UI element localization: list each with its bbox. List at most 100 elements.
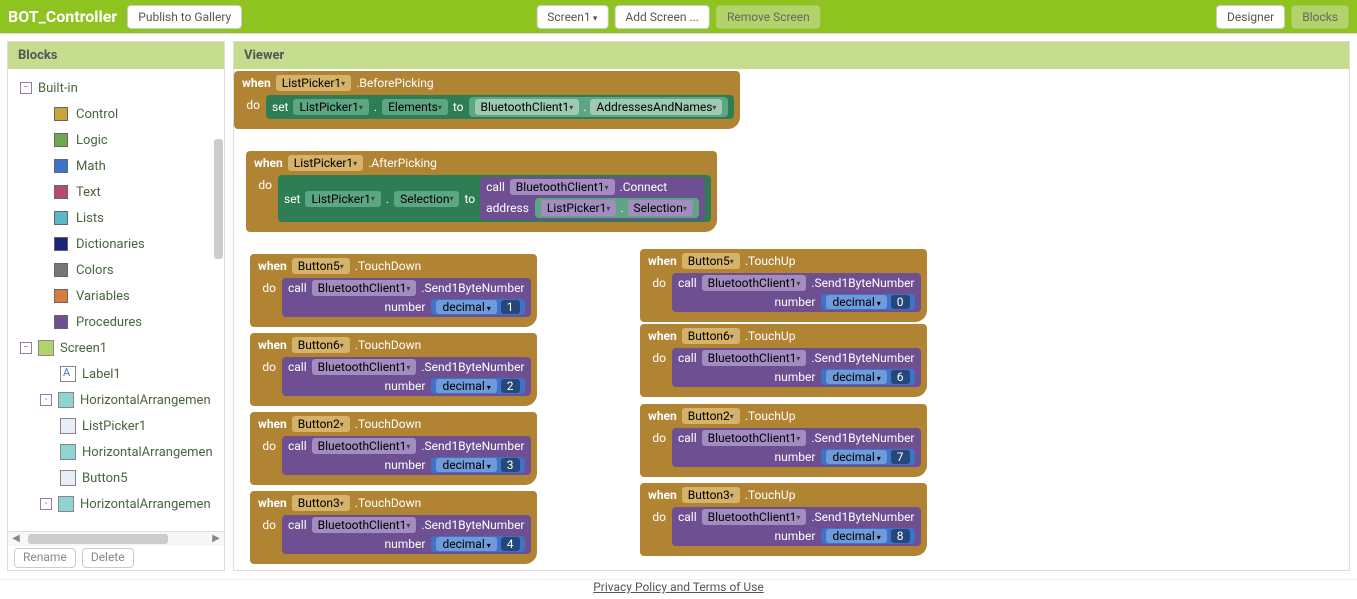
block-field[interactable]: BluetoothClient1	[702, 350, 807, 366]
builtin-header[interactable]: − Built-in	[8, 75, 224, 101]
builtin-colors[interactable]: Colors	[8, 257, 224, 283]
decimal-dropdown[interactable]: decimal	[826, 295, 886, 309]
block-field[interactable]: BluetoothClient1	[312, 280, 417, 296]
block-field[interactable]: Elements	[382, 99, 448, 115]
call-block[interactable]: callBluetoothClient1.Send1ByteNumber num…	[672, 348, 921, 387]
designer-tab[interactable]: Designer	[1216, 5, 1285, 29]
blocks-canvas[interactable]: whenListPicker1.BeforePicking do setList…	[234, 69, 1349, 570]
builtin-logic[interactable]: Logic	[8, 127, 224, 153]
block-field[interactable]: Button3	[682, 487, 740, 503]
block-field[interactable]: ListPicker1	[541, 200, 616, 216]
builtin-math[interactable]: Math	[8, 153, 224, 179]
event-Button6-TouchUp[interactable]: whenButton6.TouchUp do callBluetoothClie…	[640, 324, 927, 397]
block-field[interactable]: BluetoothClient1	[702, 509, 807, 525]
component-HorizontalArrangemen[interactable]: - HorizontalArrangemen	[8, 491, 224, 517]
get-block[interactable]: ListPicker1.Selection	[535, 198, 699, 218]
builtin-lists[interactable]: Lists	[8, 205, 224, 231]
block-field[interactable]: ListPicker1	[305, 191, 380, 207]
component-ListPicker1[interactable]: ListPicker1	[8, 413, 224, 439]
component-icon	[60, 470, 76, 486]
block-field[interactable]: Button6	[682, 328, 740, 344]
event-Button5-TouchDown[interactable]: whenButton5.TouchDown do callBluetoothCl…	[250, 254, 537, 327]
number-block[interactable]: decimal 2	[431, 378, 524, 394]
collapse-icon[interactable]: -	[40, 394, 52, 406]
decimal-dropdown[interactable]: decimal	[826, 529, 886, 543]
block-field[interactable]: BluetoothClient1	[475, 99, 580, 115]
call-block[interactable]: callBluetoothClient1.Send1ByteNumber num…	[282, 436, 531, 475]
block-field[interactable]: BluetoothClient1	[312, 359, 417, 375]
block-field[interactable]: ListPicker1	[276, 75, 351, 91]
call-block[interactable]: callBluetoothClient1.Send1ByteNumber num…	[672, 507, 921, 546]
builtin-procedures[interactable]: Procedures	[8, 309, 224, 335]
block-field[interactable]: Button5	[682, 253, 740, 269]
block-field[interactable]: Button5	[292, 258, 350, 274]
decimal-dropdown[interactable]: decimal	[436, 379, 496, 393]
set-block[interactable]: setListPicker1.Selectionto callBluetooth…	[278, 175, 711, 222]
collapse-icon[interactable]: −	[20, 342, 32, 354]
number-block[interactable]: decimal 4	[431, 536, 524, 552]
block-field[interactable]: ListPicker1	[293, 99, 368, 115]
block-field[interactable]: BluetoothClient1	[702, 430, 807, 446]
call-block[interactable]: callBluetoothClient1.Send1ByteNumber num…	[672, 428, 921, 467]
collapse-icon[interactable]: -	[40, 498, 52, 510]
event-Button3-TouchUp[interactable]: whenButton3.TouchUp do callBluetoothClie…	[640, 483, 927, 556]
block-field[interactable]: AddressesAndNames	[590, 99, 722, 115]
block-field[interactable]: BluetoothClient1	[312, 438, 417, 454]
event-Button5-TouchUp[interactable]: whenButton5.TouchUp do callBluetoothClie…	[640, 249, 927, 322]
event-Button6-TouchDown[interactable]: whenButton6.TouchDown do callBluetoothCl…	[250, 333, 537, 406]
block-field[interactable]: Selection	[628, 200, 693, 216]
decimal-dropdown[interactable]: decimal	[436, 537, 496, 551]
component-Label1[interactable]: Label1	[8, 361, 224, 387]
decimal-dropdown[interactable]: decimal	[436, 300, 496, 314]
event-Button2-TouchDown[interactable]: whenButton2.TouchDown do callBluetoothCl…	[250, 412, 537, 485]
call-block[interactable]: callBluetoothClient1.Send1ByteNumber num…	[282, 357, 531, 396]
number-block[interactable]: decimal 1	[431, 299, 524, 315]
decimal-dropdown[interactable]: decimal	[436, 458, 496, 472]
decimal-dropdown[interactable]: decimal	[826, 370, 886, 384]
set-block[interactable]: setListPicker1.Elementsto BluetoothClien…	[266, 95, 734, 119]
rename-button[interactable]: Rename	[14, 548, 76, 568]
publish-button[interactable]: Publish to Gallery	[127, 5, 242, 29]
event-beforepicking[interactable]: whenListPicker1.BeforePicking do setList…	[234, 71, 740, 129]
event-Button3-TouchDown[interactable]: whenButton3.TouchDown do callBluetoothCl…	[250, 491, 537, 564]
number-block[interactable]: decimal 7	[821, 449, 914, 465]
collapse-icon[interactable]: −	[20, 82, 32, 94]
remove-screen-button[interactable]: Remove Screen	[716, 5, 821, 29]
screen1-node[interactable]: − Screen1	[8, 335, 224, 361]
event-Button2-TouchUp[interactable]: whenButton2.TouchUp do callBluetoothClie…	[640, 404, 927, 477]
block-field[interactable]: BluetoothClient1	[312, 517, 417, 533]
block-field[interactable]: Button2	[292, 416, 350, 432]
block-field[interactable]: Selection	[394, 191, 459, 207]
builtin-dictionaries[interactable]: Dictionaries	[8, 231, 224, 257]
get-block[interactable]: BluetoothClient1.AddressesAndNames	[469, 97, 729, 117]
call-block[interactable]: callBluetoothClient1.Send1ByteNumber num…	[282, 515, 531, 554]
component-HorizontalArrangemen[interactable]: - HorizontalArrangemen	[8, 387, 224, 413]
number-block[interactable]: decimal 3	[431, 457, 524, 473]
block-field[interactable]: Button2	[682, 408, 740, 424]
call-block[interactable]: callBluetoothClient1.Connect address Lis…	[480, 177, 705, 220]
component-Button5[interactable]: Button5	[8, 465, 224, 491]
builtin-variables[interactable]: Variables	[8, 283, 224, 309]
number-block[interactable]: decimal 8	[821, 528, 914, 544]
blocks-tab[interactable]: Blocks	[1291, 5, 1349, 29]
call-block[interactable]: callBluetoothClient1.Send1ByteNumber num…	[282, 278, 531, 317]
block-field[interactable]: BluetoothClient1	[702, 275, 807, 291]
block-field[interactable]: ListPicker1	[288, 155, 363, 171]
screen-icon	[38, 340, 54, 356]
block-field[interactable]: BluetoothClient1	[510, 179, 615, 195]
delete-button[interactable]: Delete	[82, 548, 134, 568]
component-HorizontalArrangemen[interactable]: HorizontalArrangemen	[8, 439, 224, 465]
builtin-control[interactable]: Control	[8, 101, 224, 127]
decimal-dropdown[interactable]: decimal	[826, 450, 886, 464]
privacy-link[interactable]: Privacy Policy and Terms of Use	[593, 580, 764, 594]
event-afterpicking[interactable]: whenListPicker1.AfterPicking do setListP…	[246, 151, 717, 232]
number-block[interactable]: decimal 0	[821, 294, 914, 310]
builtin-text[interactable]: Text	[8, 179, 224, 205]
screen-dropdown[interactable]: Screen1	[536, 5, 608, 29]
block-field[interactable]: Button6	[292, 337, 350, 353]
palette-hscroll[interactable]: ◀▶	[8, 531, 224, 546]
add-screen-button[interactable]: Add Screen ...	[614, 5, 710, 29]
number-block[interactable]: decimal 6	[821, 369, 914, 385]
block-field[interactable]: Button3	[292, 495, 350, 511]
call-block[interactable]: callBluetoothClient1.Send1ByteNumber num…	[672, 273, 921, 312]
